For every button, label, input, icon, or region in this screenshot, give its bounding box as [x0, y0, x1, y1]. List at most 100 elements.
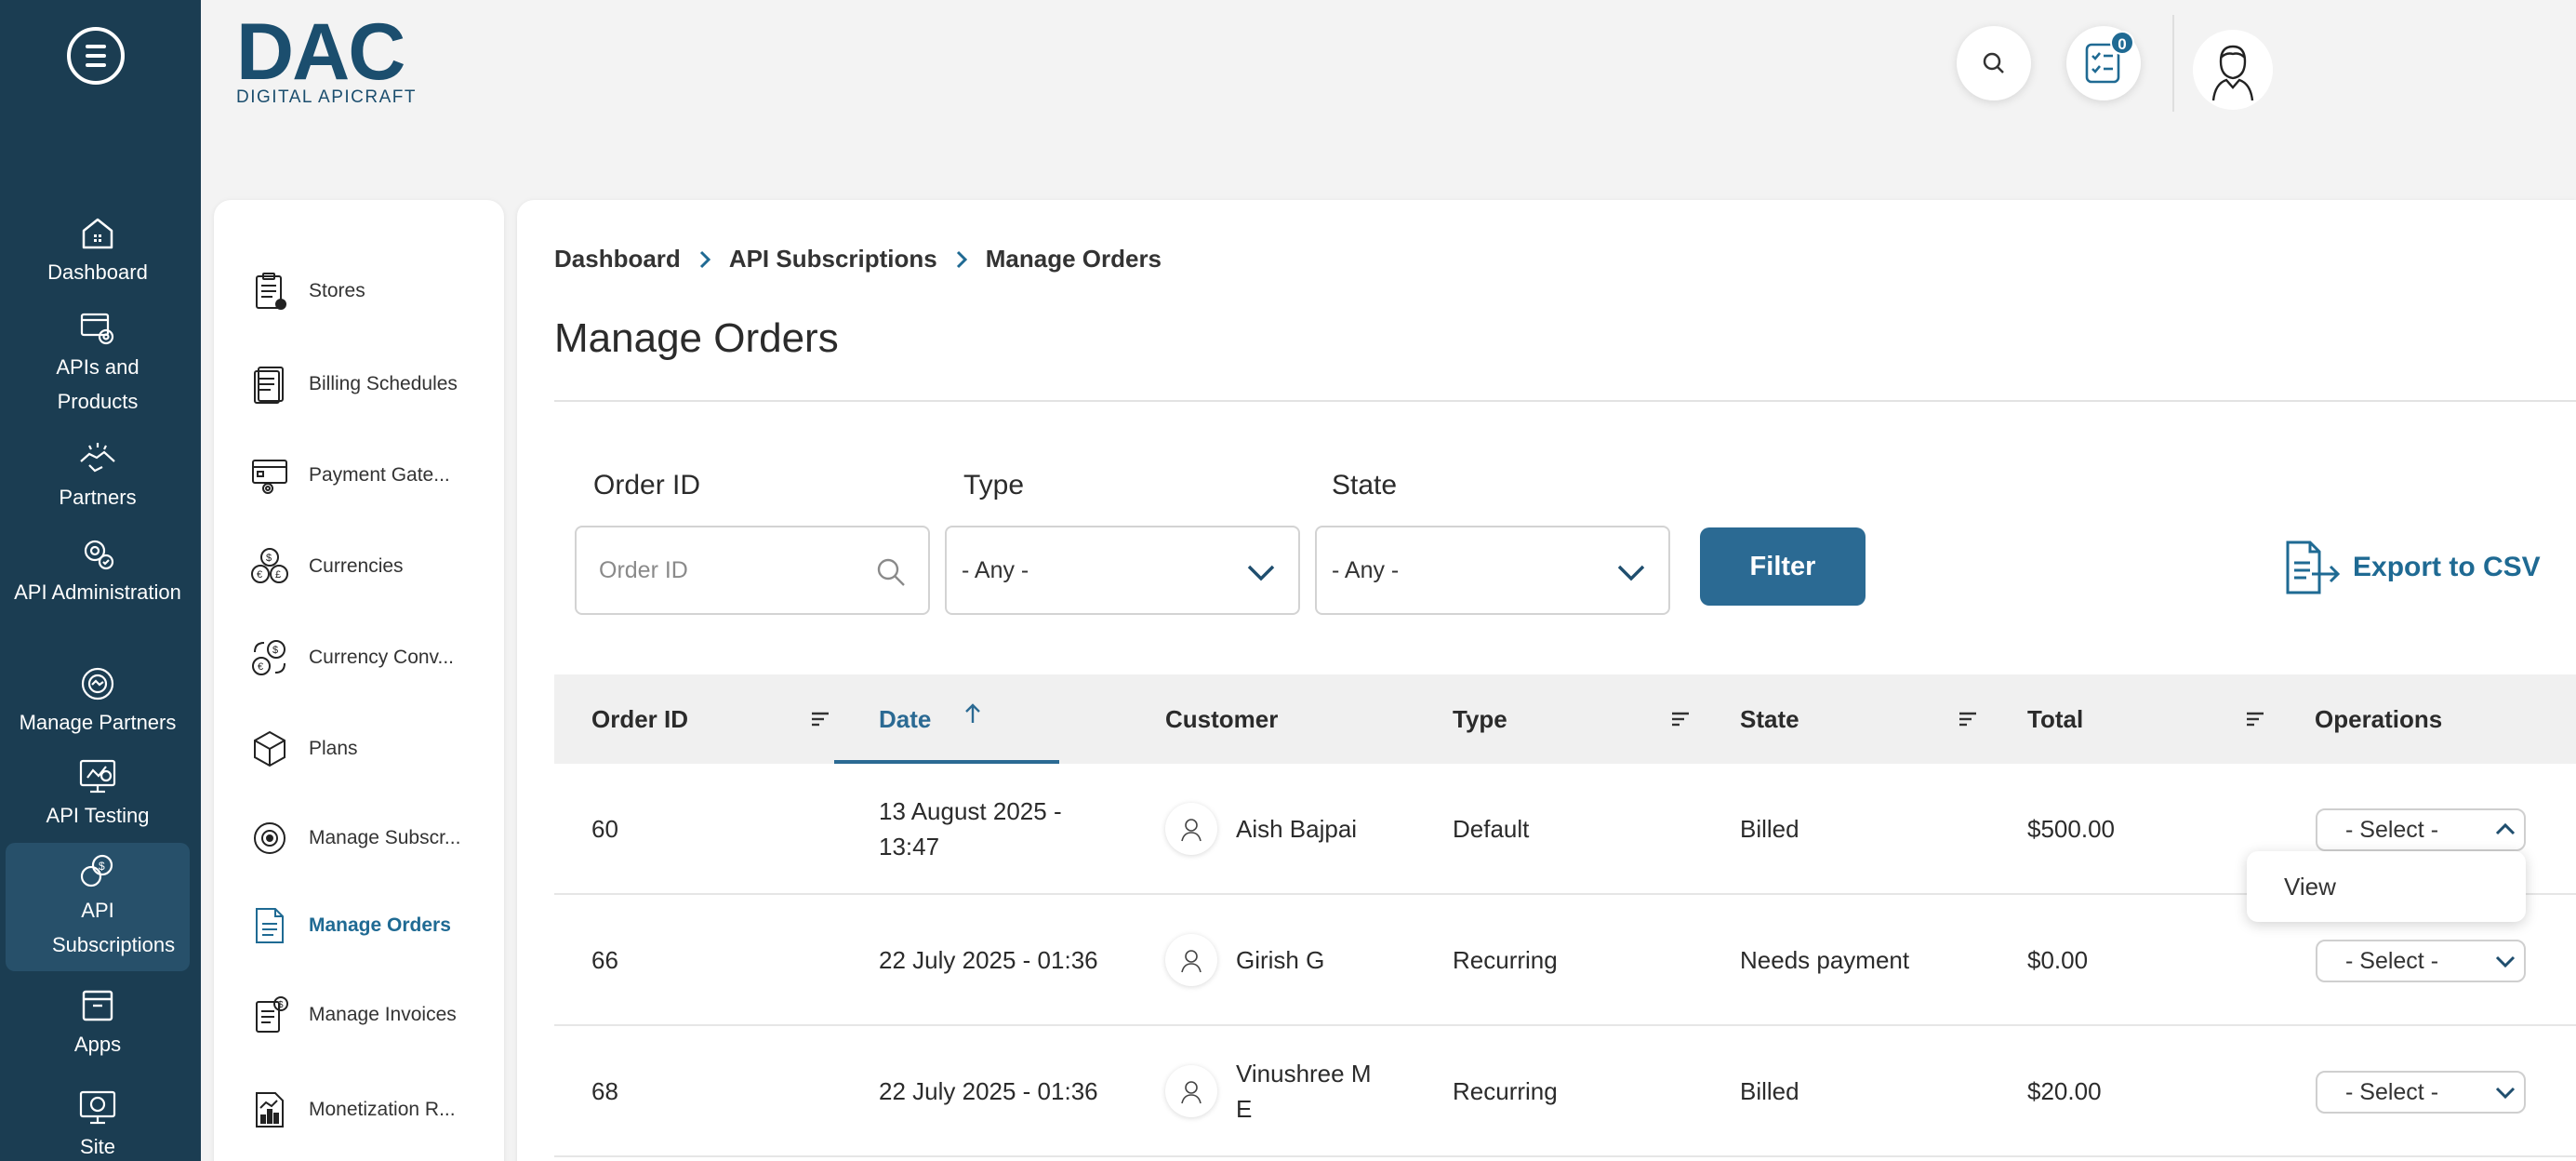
rail-label: API Subscriptions	[52, 899, 176, 956]
rail-item-api-administration[interactable]: API Administration	[6, 532, 190, 609]
cell-state: Needs payment	[1740, 945, 1910, 974]
subnav-item-payment-gateways[interactable]: Payment Gate...	[247, 447, 498, 503]
subnav-item-currencies[interactable]: $ € £ Currencies	[247, 539, 498, 594]
clipboard-list-icon	[247, 269, 292, 314]
main-content: Dashboard API Subscriptions Manage Order…	[517, 200, 2576, 1161]
dac-logo[interactable]: DAC DIGITAL APICRAFT	[236, 12, 441, 110]
subnav-label: Plans	[309, 738, 358, 759]
subnav-item-plans[interactable]: Plans	[247, 721, 498, 777]
rail-label: API Administration	[14, 580, 181, 604]
chevron-up-icon	[2495, 822, 2516, 835]
col-state[interactable]: State	[1740, 674, 1799, 764]
subnav-label: Currency Conv...	[309, 647, 454, 668]
state-select[interactable]: - Any -	[1315, 526, 1670, 615]
col-operations: Operations	[2315, 674, 2442, 764]
filter-button[interactable]: Filter	[1700, 527, 1866, 606]
rail-item-partners[interactable]: Partners	[6, 437, 190, 514]
rail-label: Manage Partners	[19, 711, 177, 734]
search-button[interactable]	[1957, 26, 2031, 100]
sort-icon[interactable]	[1958, 710, 1978, 728]
cell-date: 22 July 2025 - 01:36	[879, 945, 1098, 974]
cell-total: $0.00	[2027, 945, 2089, 974]
currency-coins-icon: $ € £	[247, 544, 292, 589]
type-label: Type	[963, 470, 1025, 500]
subnav-item-billing-schedules[interactable]: Billing Schedules	[247, 356, 498, 412]
divider	[554, 400, 2576, 402]
site-icon	[76, 1087, 119, 1129]
col-type[interactable]: Type	[1453, 674, 1507, 764]
plans-cube-icon	[247, 727, 292, 771]
col-customer: Customer	[1165, 674, 1278, 764]
col-order-id[interactable]: Order ID	[591, 674, 688, 764]
subnav-item-currency-conversion[interactable]: $ € Currency Conv...	[247, 630, 498, 686]
cell-total: $20.00	[2027, 1076, 2102, 1105]
report-chart-icon	[247, 1088, 292, 1132]
dropdown-option-view[interactable]: View	[2284, 873, 2336, 901]
breadcrumb: Dashboard API Subscriptions Manage Order…	[554, 245, 1162, 274]
chevron-right-icon	[956, 250, 967, 268]
rail-label: Dashboard	[47, 260, 148, 284]
rail-item-api-testing[interactable]: API Testing	[6, 755, 190, 833]
secondary-sidebar: Stores Billing Schedules Payment Gate...…	[214, 200, 504, 1161]
breadcrumb-dashboard[interactable]: Dashboard	[554, 245, 681, 274]
primary-sidebar: Dashboard APIs and Products Partners API…	[0, 0, 201, 1161]
export-csv-button[interactable]: Export to CSV	[2280, 537, 2541, 598]
col-label: Type	[1453, 704, 1507, 733]
col-label: Date	[879, 704, 932, 733]
subnav-item-manage-subscriptions[interactable]: Manage Subscr...	[247, 810, 498, 866]
cell-order-id[interactable]: 66	[591, 895, 618, 1024]
col-total[interactable]: Total	[2027, 674, 2083, 764]
apps-icon	[76, 984, 119, 1027]
rail-item-api-subscriptions[interactable]: $ API Subscriptions	[6, 843, 190, 971]
hamburger-menu-icon[interactable]	[67, 27, 125, 85]
svg-text:£: £	[275, 569, 281, 580]
rail-item-dashboard[interactable]: Dashboard	[6, 212, 190, 289]
operations-dropdown: View	[2247, 851, 2526, 922]
operations-select[interactable]: - Select -	[2316, 940, 2526, 982]
sort-icon[interactable]	[2245, 710, 2265, 728]
rail-item-apps[interactable]: Apps	[6, 984, 190, 1061]
order-id-placeholder: Order ID	[599, 556, 688, 583]
order-id-input[interactable]: Order ID	[575, 526, 930, 615]
state-select-value: - Any -	[1332, 556, 1400, 583]
home-icon	[76, 212, 119, 255]
chevron-right-icon	[699, 250, 710, 268]
svg-text:$: $	[266, 553, 272, 564]
operations-select[interactable]: - Select -	[2316, 808, 2526, 851]
subnav-item-manage-orders[interactable]: Manage Orders	[247, 898, 498, 954]
sort-icon[interactable]	[810, 710, 830, 728]
breadcrumb-api-subscriptions[interactable]: API Subscriptions	[729, 245, 937, 274]
operations-select[interactable]: - Select -	[2316, 1071, 2526, 1114]
cell-order-id[interactable]: 68	[591, 1026, 618, 1155]
rail-item-apis-products[interactable]: APIs and Products	[6, 307, 190, 419]
cell-customer[interactable]: Aish Bajpai	[1165, 764, 1357, 893]
rail-label: Site	[80, 1135, 115, 1158]
col-date[interactable]: Date	[879, 674, 931, 764]
svg-text:€: €	[257, 569, 262, 580]
rail-item-manage-partners[interactable]: Manage Partners	[6, 662, 190, 740]
search-icon	[1983, 52, 2004, 73]
subnav-item-stores[interactable]: Stores	[247, 263, 498, 319]
tasks-button[interactable]: 0	[2066, 26, 2141, 100]
cell-state: Billed	[1740, 1076, 1799, 1105]
cell-order-id[interactable]: 60	[591, 764, 618, 893]
chevron-down-icon	[1247, 565, 1275, 581]
rail-item-site[interactable]: Site	[6, 1087, 190, 1161]
cell-customer[interactable]: Girish G	[1165, 895, 1324, 1024]
table-header: Order ID Date Customer Type State Total …	[554, 674, 2576, 764]
subnav-item-manage-invoices[interactable]: $ Manage Invoices	[247, 987, 498, 1043]
sort-icon[interactable]	[1670, 710, 1691, 728]
type-select[interactable]: - Any -	[945, 526, 1300, 615]
svg-text:$: $	[278, 1000, 284, 1010]
customer-avatar-icon	[1165, 933, 1217, 986]
select-value: - Select -	[2345, 816, 2439, 843]
api-testing-icon	[76, 755, 119, 798]
cell-customer[interactable]: Vinushree M E	[1165, 1026, 1372, 1155]
api-admin-icon	[76, 532, 119, 575]
user-avatar[interactable]	[2193, 30, 2273, 110]
date-line: 13 August 2025 -	[879, 796, 1062, 825]
customer-name: E	[1236, 1094, 1253, 1123]
select-value: - Select -	[2345, 947, 2439, 974]
subnav-item-monetization-reports[interactable]: Monetization R...	[247, 1082, 498, 1138]
api-subscriptions-icon: $	[76, 850, 119, 893]
